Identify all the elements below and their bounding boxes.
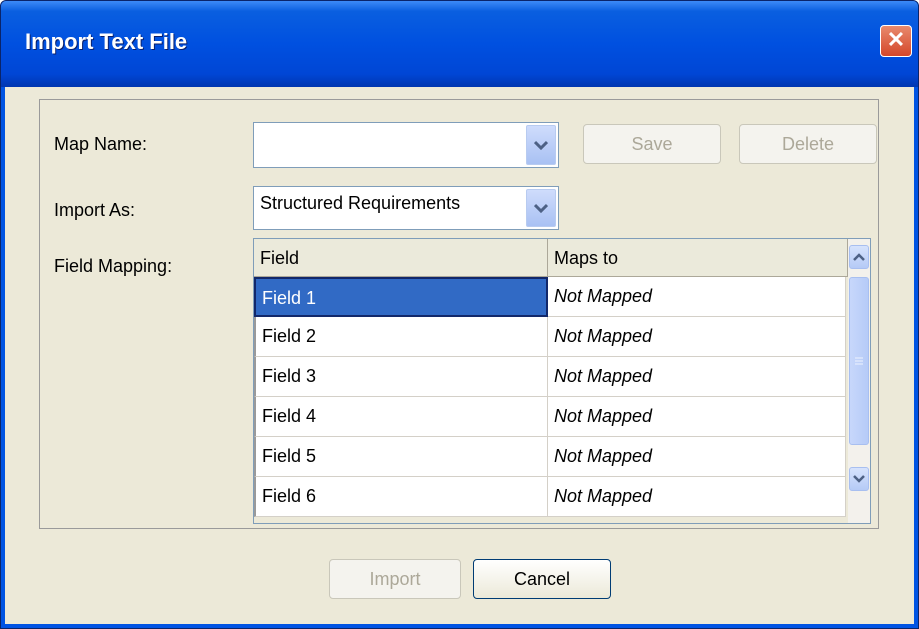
grip-icon xyxy=(855,357,863,365)
field-cell[interactable]: Field 6 xyxy=(254,477,548,517)
close-icon: ✕ xyxy=(886,27,906,52)
map-name-label: Map Name: xyxy=(54,134,148,154)
close-button[interactable]: ✕ xyxy=(880,25,912,57)
import-button[interactable]: Import xyxy=(329,559,461,599)
dialog-body: Map Name: Save Delete Import As: Structu… xyxy=(5,87,914,624)
import-as-combo[interactable]: Structured Requirements xyxy=(253,186,559,230)
table-row[interactable]: Field 3 Not Mapped xyxy=(254,357,848,397)
options-panel: Map Name: Save Delete Import As: Structu… xyxy=(39,99,879,529)
field-cell[interactable]: Field 3 xyxy=(254,357,548,397)
delete-button[interactable]: Delete xyxy=(739,124,877,164)
column-header-maps-to[interactable]: Maps to xyxy=(548,239,848,277)
field-cell[interactable]: Field 4 xyxy=(254,397,548,437)
import-as-label: Import As: xyxy=(54,200,136,220)
maps-to-cell[interactable]: Not Mapped xyxy=(548,317,846,357)
chevron-down-icon xyxy=(534,140,548,150)
maps-to-cell[interactable]: Not Mapped xyxy=(548,277,846,317)
scroll-down-button[interactable] xyxy=(849,467,869,491)
field-mapping-label: Field Mapping: xyxy=(54,256,173,276)
table-row[interactable]: Field 6 Not Mapped xyxy=(254,477,848,517)
title-bar[interactable]: Import Text File ✕ xyxy=(1,1,918,87)
maps-to-cell[interactable]: Not Mapped xyxy=(548,397,846,437)
map-name-combo[interactable] xyxy=(253,122,559,168)
import-as-value: Structured Requirements xyxy=(260,193,461,213)
maps-to-cell[interactable]: Not Mapped xyxy=(548,357,846,397)
maps-to-cell[interactable]: Not Mapped xyxy=(548,477,846,517)
vertical-scrollbar[interactable] xyxy=(848,239,870,523)
table-row[interactable]: Field 4 Not Mapped xyxy=(254,397,848,437)
map-name-dropdown-button[interactable] xyxy=(526,125,556,165)
table-row[interactable]: Field 2 Not Mapped xyxy=(254,317,848,357)
arrow-up-icon xyxy=(853,253,865,261)
table-row[interactable]: Field 1 Not Mapped xyxy=(254,277,848,317)
field-mapping-grid: Field Maps to Field 1 Not Mapped Field 2… xyxy=(253,238,871,524)
maps-to-cell[interactable]: Not Mapped xyxy=(548,437,846,477)
table-row[interactable]: Field 5 Not Mapped xyxy=(254,437,848,477)
import-text-file-dialog: Import Text File ✕ Map Name: Save Delete… xyxy=(0,0,919,629)
scroll-thumb[interactable] xyxy=(849,277,869,445)
column-header-field[interactable]: Field xyxy=(254,239,548,277)
arrow-down-icon xyxy=(853,475,865,483)
chevron-down-icon xyxy=(534,203,548,213)
import-as-dropdown-button[interactable] xyxy=(526,189,556,227)
scroll-up-button[interactable] xyxy=(849,245,869,269)
cancel-button[interactable]: Cancel xyxy=(473,559,611,599)
field-cell[interactable]: Field 1 xyxy=(254,277,548,317)
field-cell[interactable]: Field 2 xyxy=(254,317,548,357)
window-title: Import Text File xyxy=(25,29,188,54)
save-button[interactable]: Save xyxy=(583,124,721,164)
field-cell[interactable]: Field 5 xyxy=(254,437,548,477)
